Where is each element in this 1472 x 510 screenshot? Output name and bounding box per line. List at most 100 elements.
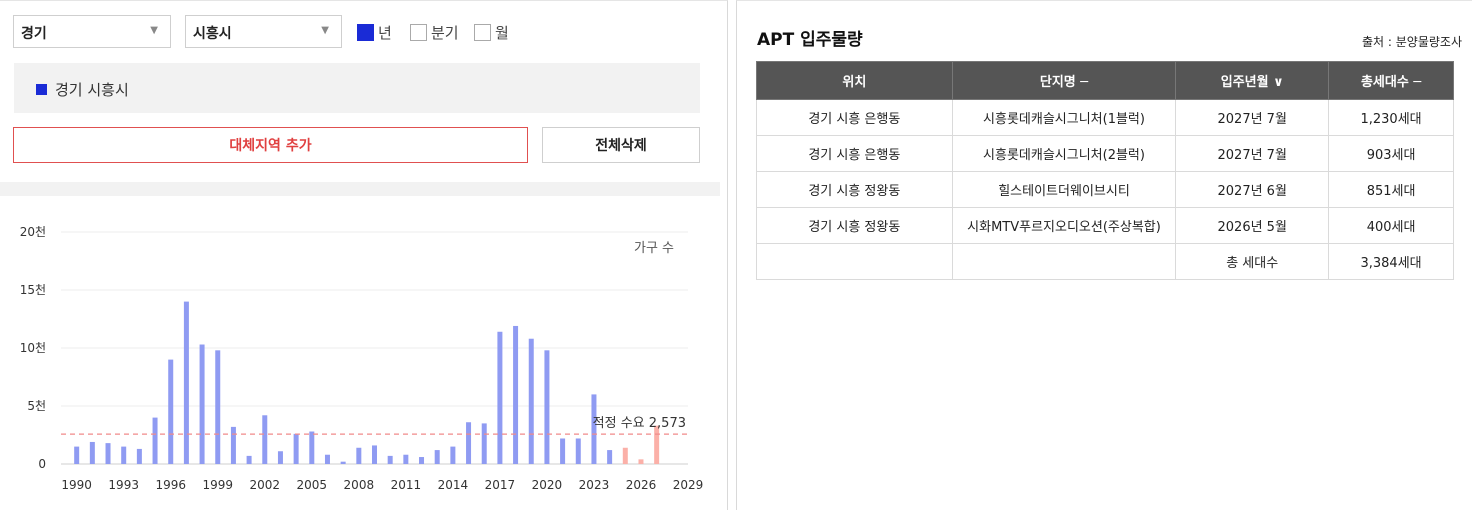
table-total-row: 총 세대수 3,384세대 (756, 243, 1454, 280)
bar-2009[interactable] (372, 445, 377, 464)
legend-square-icon (36, 84, 47, 95)
x-tick-label: 2020 (532, 478, 563, 492)
x-tick-label: 1993 (108, 478, 139, 492)
y-tick-label: 10천 (20, 340, 46, 355)
demand-label: 적정 수요 2,573 (593, 416, 686, 431)
x-tick-label: 1996 (155, 478, 186, 492)
dropdown-arrow-icon: ▼ (321, 25, 329, 36)
cell-units: 851세대 (1328, 171, 1454, 208)
y-tick-label: 20천 (20, 224, 46, 239)
dropdown-arrow-icon: ▼ (150, 25, 158, 36)
bar-2005[interactable] (309, 431, 315, 464)
left-panel: 경기 ▼ 시흥시 ▼ 년 분기 월 경기 시흥시 대체지역 추가 전체삭제 20… (0, 0, 728, 510)
bar-2025[interactable] (622, 447, 628, 464)
period-month-label: 월 (495, 23, 509, 42)
bar-2010[interactable] (387, 455, 393, 464)
x-tick-label: 2017 (485, 478, 516, 492)
bar-2012[interactable] (419, 457, 425, 464)
period-year-label: 년 (378, 23, 392, 42)
checkbox-unchecked-icon (474, 23, 491, 41)
section-divider (0, 182, 720, 196)
bar-2000[interactable] (230, 426, 236, 464)
header-units[interactable]: 총세대수 ─ (1328, 61, 1454, 100)
table-row[interactable]: 경기 시흥 정왕동 시화MTV푸르지오디오션(주상복합) 2026년 5월 40… (756, 207, 1454, 244)
city-select-value: 시흥시 (193, 26, 232, 42)
x-tick-label: 2023 (579, 478, 610, 492)
bar-2013[interactable] (434, 450, 440, 464)
city-select[interactable]: 시흥시 ▼ (185, 15, 342, 48)
bar-2008[interactable] (356, 447, 362, 464)
period-year-checkbox[interactable]: 년 (357, 23, 392, 42)
bar-2017[interactable] (497, 331, 503, 464)
cell-empty (756, 243, 953, 280)
period-quarter-checkbox[interactable]: 분기 (410, 23, 459, 42)
bar-2001[interactable] (246, 455, 252, 464)
x-tick-label: 2002 (250, 478, 281, 492)
cell-complex: 시흥롯데캐슬시그니처(2블럭) (951, 135, 1177, 172)
cell-location: 경기 시흥 정왕동 (756, 171, 953, 208)
bar-2006[interactable] (324, 454, 330, 464)
table-row[interactable]: 경기 시흥 은행동 시흥롯데캐슬시그니처(1블럭) 2027년 7월 1,230… (756, 99, 1454, 136)
x-tick-label: 2029 (673, 478, 704, 492)
bar-2026[interactable] (638, 459, 644, 464)
cell-units: 400세대 (1328, 207, 1454, 244)
checkbox-checked-icon (357, 23, 374, 41)
bar-1992[interactable] (105, 443, 111, 464)
period-month-checkbox[interactable]: 월 (474, 23, 509, 42)
x-tick-label: 1990 (61, 478, 92, 492)
y-tick-label: 15천 (20, 282, 46, 297)
period-quarter-label: 분기 (431, 23, 459, 42)
bar-1990[interactable] (74, 446, 80, 464)
source-label: 출처 : 분양물량조사 (1362, 35, 1462, 49)
cell-location: 경기 시흥 은행동 (756, 135, 953, 172)
bar-2024[interactable] (607, 450, 613, 464)
bar-2003[interactable] (277, 451, 283, 464)
bar-2015[interactable] (466, 422, 472, 464)
bar-2027[interactable] (654, 425, 660, 464)
bar-1993[interactable] (121, 446, 127, 464)
add-region-button[interactable]: 대체지역 추가 (13, 127, 528, 163)
cell-move-in: 2027년 7월 (1175, 135, 1330, 172)
bar-2007[interactable] (340, 461, 346, 464)
cell-location: 경기 시흥 정왕동 (756, 207, 953, 244)
header-move-in[interactable]: 입주년월 ∨ (1175, 61, 1330, 100)
cell-units: 903세대 (1328, 135, 1454, 172)
bar-1998[interactable] (199, 344, 205, 464)
bar-1996[interactable] (168, 359, 174, 464)
x-tick-label: 1999 (202, 478, 233, 492)
cell-empty (951, 243, 1177, 280)
series-label: 가구 수 (634, 241, 674, 256)
cell-move-in: 2027년 6월 (1175, 171, 1330, 208)
bar-2022[interactable] (575, 438, 581, 464)
bar-2019[interactable] (528, 338, 534, 464)
province-select[interactable]: 경기 ▼ (13, 15, 171, 48)
bar-1997[interactable] (183, 301, 189, 464)
bar-2004[interactable] (293, 433, 299, 464)
x-tick-label: 2026 (626, 478, 657, 492)
table-row[interactable]: 경기 시흥 정왕동 힐스테이트더웨이브시티 2027년 6월 851세대 (756, 171, 1454, 208)
x-tick-label: 2011 (391, 478, 422, 492)
cell-complex: 시흥롯데캐슬시그니처(1블럭) (951, 99, 1177, 136)
header-complex[interactable]: 단지명 ─ (951, 61, 1177, 100)
bar-1999[interactable] (215, 350, 221, 464)
bar-2020[interactable] (544, 350, 550, 464)
header-location[interactable]: 위치 (756, 61, 953, 100)
delete-all-button[interactable]: 전체삭제 (542, 127, 700, 163)
supply-title: APT 입주물량 (757, 30, 863, 50)
x-tick-label: 2005 (297, 478, 328, 492)
bar-1995[interactable] (152, 417, 158, 464)
bar-2002[interactable] (262, 415, 268, 464)
bar-1991[interactable] (89, 441, 95, 464)
cell-complex: 힐스테이트더웨이브시티 (951, 171, 1177, 208)
bar-1994[interactable] (136, 448, 142, 464)
y-tick-label: 5천 (27, 398, 46, 413)
bar-2011[interactable] (403, 454, 409, 464)
cell-location: 경기 시흥 은행동 (756, 99, 953, 136)
bar-2018[interactable] (513, 325, 519, 464)
bar-2014[interactable] (450, 446, 456, 464)
selected-region-label: 경기 시흥시 (55, 81, 129, 99)
table-row[interactable]: 경기 시흥 은행동 시흥롯데캐슬시그니처(2블럭) 2027년 7월 903세대 (756, 135, 1454, 172)
supply-table: 위치 단지명 ─ 입주년월 ∨ 총세대수 ─ 경기 시흥 은행동 시흥롯데캐슬시… (756, 61, 1454, 280)
bar-2021[interactable] (560, 438, 566, 464)
bar-2016[interactable] (481, 423, 487, 464)
